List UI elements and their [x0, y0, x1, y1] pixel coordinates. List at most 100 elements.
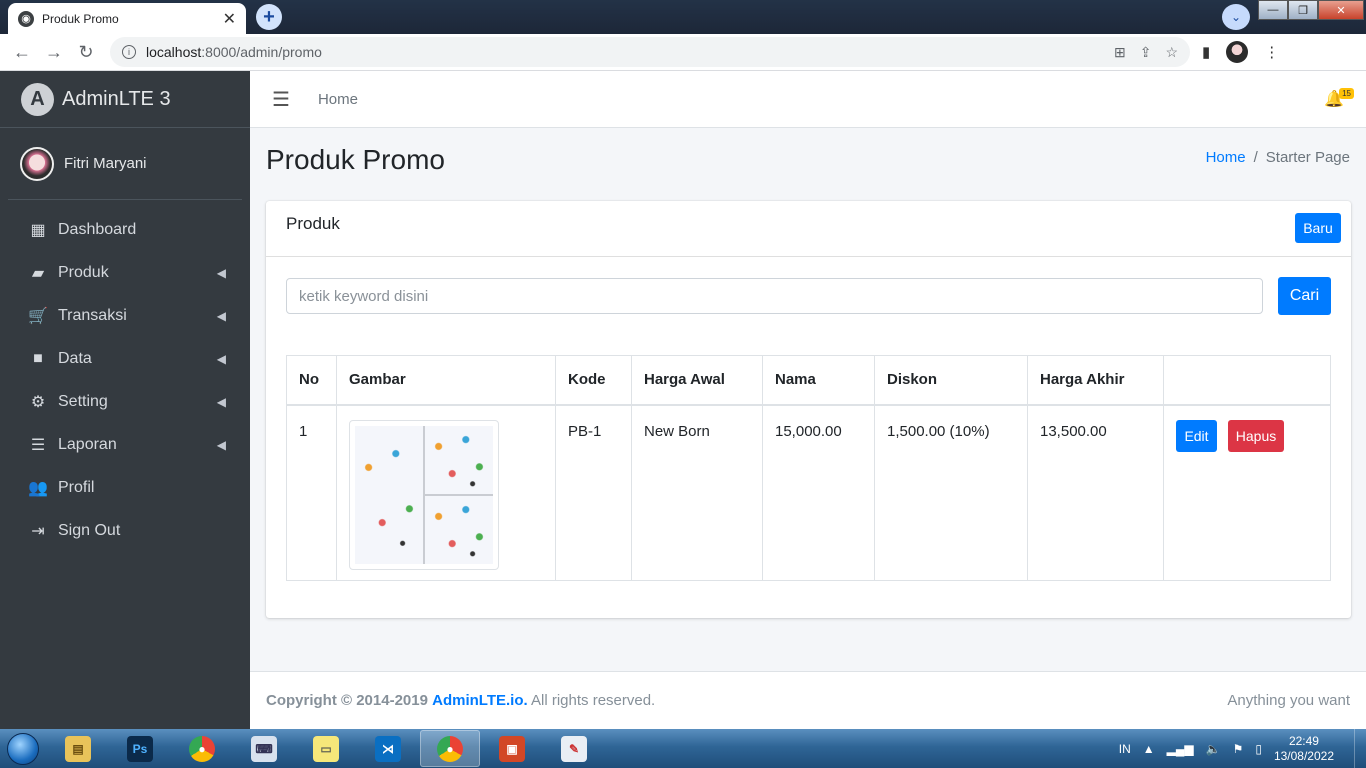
user-panel: Fitri Maryani [8, 128, 242, 200]
new-product-button[interactable]: Baru [1295, 213, 1341, 243]
breadcrumb: Home / Starter Page [1206, 149, 1350, 166]
vscode-icon: ⋊ [375, 735, 401, 762]
sticky-notes-icon: ▭ [313, 735, 339, 762]
cell-nama: 15,000.00 [762, 404, 875, 581]
chevron-left-icon: ◀ [216, 394, 226, 409]
sidebar-item-label: Data [58, 349, 92, 367]
brand-link[interactable]: A AdminLTE 3 [0, 71, 250, 128]
window-controls: — ❐ ✕ [1258, 0, 1364, 20]
clock[interactable]: 22:49 13/08/2022 [1274, 734, 1334, 764]
promo-table: No Gambar Kode Harga Awal Nama Diskon Ha… [286, 355, 1331, 581]
tab-search-icon[interactable]: ⌄ [1222, 4, 1250, 30]
clock-date: 13/08/2022 [1273, 748, 1334, 763]
windows-taskbar: ▤ Ps ● ⌨ ▭ ⋊ ● ▣ ✎ IN ▲ ▂▄▆ 🔈 ⚑ ▯ 22:49 … [0, 729, 1366, 768]
taskbar-notes[interactable]: ▭ [296, 730, 356, 767]
taskbar-chrome[interactable]: ● [172, 730, 232, 767]
brand-text: AdminLTE 3 [62, 87, 171, 110]
chevron-left-icon: ◀ [216, 351, 226, 366]
column-header-no: No [286, 355, 337, 406]
taskbar-keyboard[interactable]: ⌨ [234, 730, 294, 767]
sidebar-item-data[interactable]: ■ Data ◀ [0, 337, 250, 380]
user-name[interactable]: Fitri Maryani [64, 155, 147, 172]
side-panel-icon[interactable]: ▮ [1202, 43, 1210, 61]
cart-icon: 🛒 [28, 307, 48, 325]
action-center-icon[interactable]: ⚑ [1233, 742, 1244, 756]
back-icon[interactable]: ← [6, 36, 38, 68]
profile-avatar[interactable] [1226, 41, 1249, 63]
forward-icon[interactable]: → [38, 36, 70, 68]
browser-tab-strip: ◉ Produk Promo ✕ + ⌄ — ❐ ✕ [0, 0, 1366, 34]
new-tab-button[interactable]: + [256, 4, 282, 30]
volume-icon[interactable]: 🔈 [1206, 742, 1221, 756]
sidebar-item-laporan[interactable]: ☰ Laporan ◀ [0, 423, 250, 466]
clock-time: 22:49 [1288, 733, 1319, 748]
keyboard-icon: ⌨ [251, 735, 277, 762]
taskbar-chrome-active[interactable]: ● [420, 730, 480, 767]
signal-icon[interactable]: ▂▄▆ [1167, 742, 1194, 756]
sidebar-item-label: Profil [58, 478, 95, 496]
url-path: :8000/admin/promo [201, 44, 322, 60]
info-icon[interactable]: i [122, 45, 136, 59]
minimize-button[interactable]: — [1258, 0, 1288, 20]
footer-brand-link[interactable]: AdminLTE.io. [432, 692, 528, 709]
start-button[interactable] [0, 729, 46, 768]
breadcrumb-home-link[interactable]: Home [1206, 149, 1246, 166]
sidebar-item-produk[interactable]: ▰ Produk ◀ [0, 251, 250, 294]
maximize-button[interactable]: ❐ [1288, 0, 1318, 20]
card-title: Produk [286, 214, 340, 233]
sign-out-icon: ⇥ [31, 522, 45, 540]
paint-palette-icon: ✎ [561, 735, 587, 762]
sidebar-item-transaksi[interactable]: 🛒 Transaksi ◀ [0, 294, 250, 337]
hamburger-menu-icon[interactable]: ☰ [272, 87, 290, 112]
taskbar-vscode[interactable]: ⋊ [358, 730, 418, 767]
sidebar-item-label: Laporan [58, 435, 117, 453]
taskbar-explorer[interactable]: ▤ [48, 730, 108, 767]
footer-right-text: Anything you want [1227, 692, 1350, 709]
product-image [349, 419, 499, 570]
search-input[interactable] [286, 278, 1263, 314]
chevron-left-icon: ◀ [216, 437, 226, 452]
power-icon[interactable]: ▯ [1255, 742, 1262, 756]
sidebar-item-dashboard[interactable]: ▦ Dashboard [0, 208, 250, 251]
sidebar-item-label: Dashboard [58, 220, 137, 238]
taskbar-photoshop[interactable]: Ps [110, 730, 170, 767]
table-header-row: No Gambar Kode Harga Awal Nama Diskon Ha… [286, 355, 1331, 406]
show-desktop-button[interactable] [1354, 729, 1366, 768]
sidebar-item-label: Sign Out [58, 521, 121, 539]
cell-gambar [336, 404, 556, 581]
window-close-button[interactable]: ✕ [1318, 0, 1364, 20]
search-button[interactable]: Cari [1278, 277, 1331, 315]
edit-button[interactable]: Edit [1176, 419, 1217, 452]
sidebar-item-label: Transaksi [58, 306, 127, 324]
sidebar: A AdminLTE 3 Fitri Maryani ▦ Dashboard ▰… [0, 71, 250, 729]
sidebar-item-sign-out[interactable]: ⇥ Sign Out [0, 509, 250, 552]
taskbar-presentation[interactable]: ▣ [482, 730, 542, 767]
close-icon[interactable]: ✕ [223, 9, 236, 29]
translate-icon[interactable]: ⊞ [1114, 44, 1126, 61]
browser-toolbar: ← → ↻ i localhost:8000/admin/promo ⊞ ⇪ ☆… [0, 34, 1366, 71]
sidebar-item-label: Produk [58, 263, 109, 281]
column-header-gambar: Gambar [336, 355, 556, 406]
column-header-actions [1163, 355, 1331, 406]
address-bar[interactable]: i localhost:8000/admin/promo ⊞ ⇪ ☆ [110, 37, 1190, 67]
topnav-home-link[interactable]: Home [318, 91, 358, 108]
delete-button[interactable]: Hapus [1228, 419, 1284, 452]
reload-icon[interactable]: ↻ [70, 36, 102, 68]
bookmark-star-icon[interactable]: ☆ [1165, 44, 1178, 61]
sidebar-item-label: Setting [58, 392, 108, 410]
table-row: 1 PB-1 New Born 15,000.00 1,500.00 (10%)… [286, 404, 1331, 581]
photoshop-icon: Ps [127, 735, 153, 762]
taskbar-paint[interactable]: ✎ [544, 730, 604, 767]
share-icon[interactable]: ⇪ [1140, 44, 1152, 61]
sidebar-item-setting[interactable]: ⚙ Setting ◀ [0, 380, 250, 423]
tray-expand-icon[interactable]: ▲ [1143, 742, 1155, 756]
language-indicator[interactable]: IN [1119, 742, 1131, 756]
sidebar-item-profil[interactable]: 👥 Profil [0, 466, 250, 509]
chevron-left-icon: ◀ [216, 308, 226, 323]
footer-rights: All rights reserved. [531, 692, 656, 709]
chrome-icon: ● [189, 735, 215, 762]
menu-kebab-icon[interactable]: ⋮ [1264, 43, 1279, 61]
system-tray: IN ▲ ▂▄▆ 🔈 ⚑ ▯ 22:49 13/08/2022 [1119, 734, 1354, 764]
footer-copyright: Copyright © 2014-2019 AdminLTE.io. All r… [266, 692, 655, 709]
browser-tab[interactable]: ◉ Produk Promo ✕ [8, 3, 246, 34]
